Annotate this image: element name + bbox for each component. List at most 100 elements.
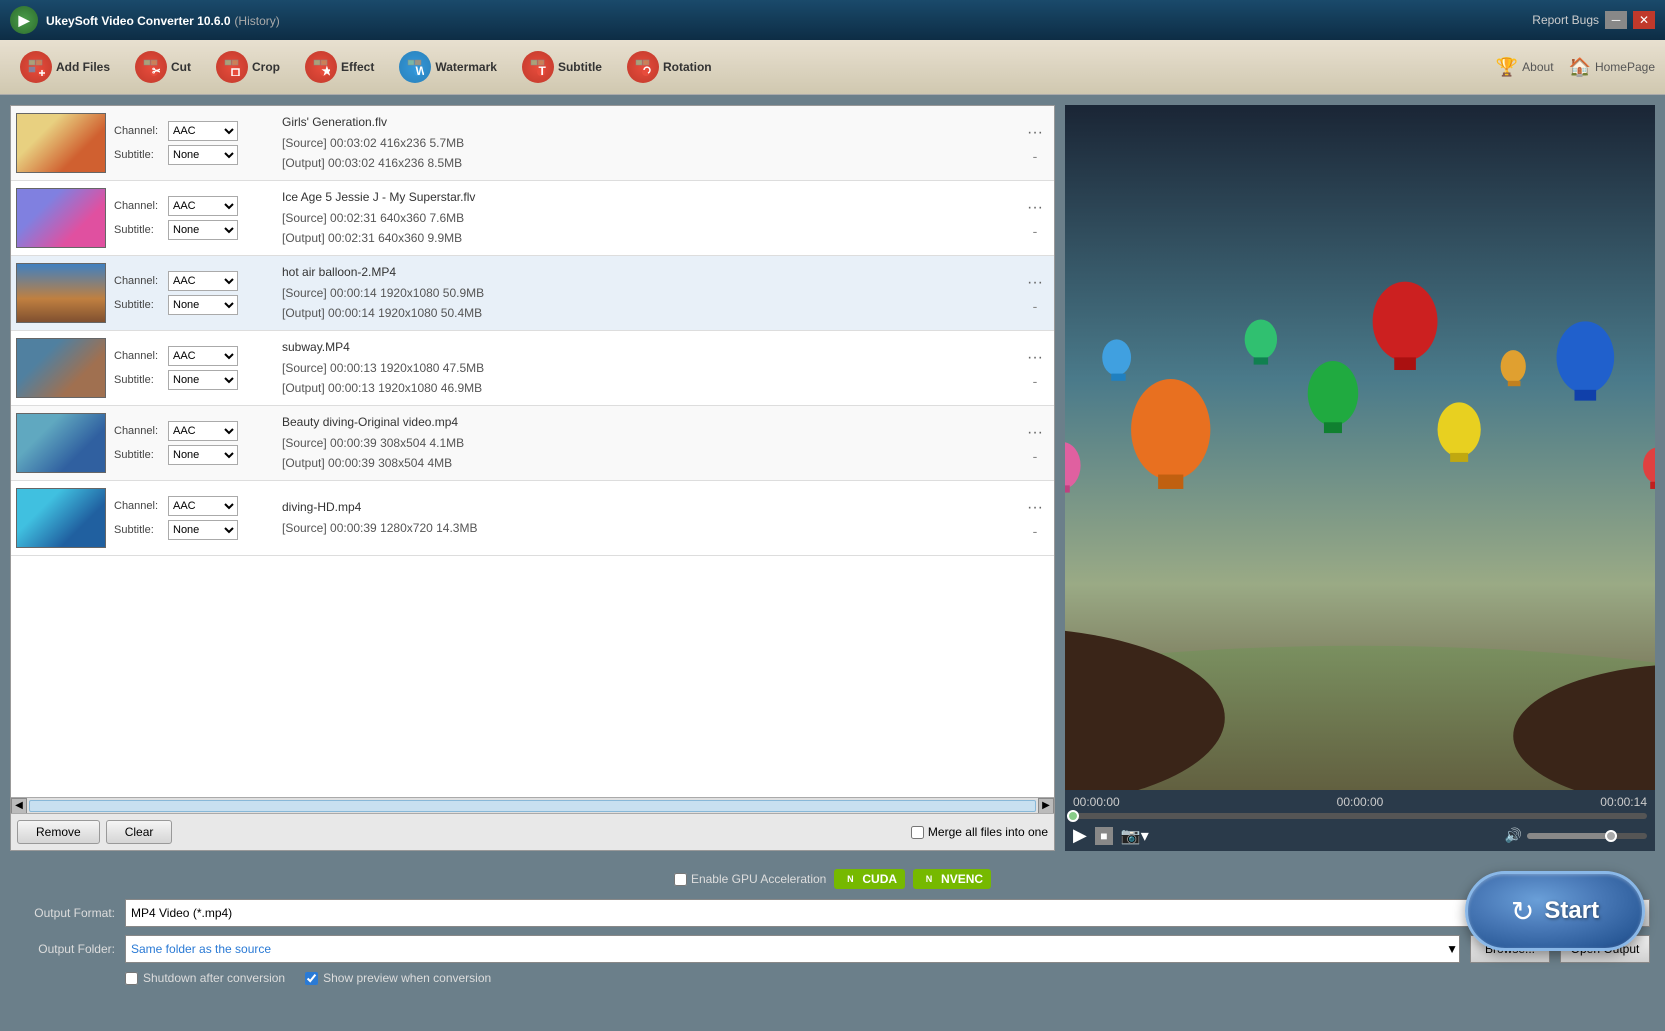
subtitle-select[interactable]: None [168, 295, 238, 315]
subtitle-select[interactable]: None [168, 445, 238, 465]
title-bar-right: Report Bugs ─ ✕ [1532, 11, 1655, 29]
subtitle-label: Subtitle: [114, 299, 164, 311]
subtitle-select[interactable]: None [168, 220, 238, 240]
subtitle-select[interactable]: None [168, 520, 238, 540]
source-meta: [Source] 00:00:39 1280x720 14.3MB [282, 519, 1013, 538]
cuda-badge: N CUDA [834, 869, 905, 889]
cut-button[interactable]: ✂ Cut [125, 47, 201, 87]
channel-select[interactable]: AAC [168, 346, 238, 366]
shutdown-checkbox[interactable] [125, 972, 138, 985]
volume-slider[interactable] [1527, 833, 1647, 839]
merge-checkbox[interactable] [911, 826, 924, 839]
stop-button[interactable]: ■ [1095, 827, 1113, 845]
scroll-right-arrow[interactable]: ▶ [1038, 798, 1054, 814]
cut-icon: ✂ [135, 51, 167, 83]
file-controls: Channel: AAC Subtitle: None [114, 196, 274, 240]
svg-text:★: ★ [322, 64, 331, 76]
format-select-container: MP4 Video (*.mp4) ▲ [125, 899, 1500, 927]
channel-select[interactable]: AAC [168, 496, 238, 516]
merge-label: Merge all files into one [928, 825, 1048, 839]
file-menu-button[interactable]: ··· [1021, 197, 1049, 219]
scroll-track[interactable] [29, 800, 1036, 812]
output-folder-input[interactable] [125, 935, 1460, 963]
channel-select[interactable]: AAC [168, 121, 238, 141]
snapshot-button[interactable]: 📷▾ [1121, 826, 1149, 846]
list-item: Channel: AAC Subtitle: None Ice Age 5 Je… [11, 181, 1054, 256]
shutdown-option: Shutdown after conversion [125, 971, 285, 985]
output-meta: [Output] 00:03:02 416x236 8.5MB [282, 154, 1013, 173]
svg-text:T: T [538, 64, 546, 76]
volume-icon: 🔊 [1505, 827, 1522, 844]
file-thumbnail [16, 338, 106, 398]
time-end: 00:00:14 [1600, 795, 1647, 809]
subtitle-row: Subtitle: None [114, 520, 274, 540]
time-mid: 00:00:00 [1337, 795, 1384, 809]
start-button[interactable]: ↻ Start [1465, 871, 1645, 951]
output-format-select[interactable]: MP4 Video (*.mp4) [125, 899, 1500, 927]
file-info: subway.MP4 [Source] 00:00:13 1920x1080 4… [282, 338, 1013, 398]
list-item: Channel: AAC Subtitle: None Girls' Gener… [11, 106, 1054, 181]
homepage-button[interactable]: 🏠 HomePage [1569, 57, 1655, 78]
file-menu-button[interactable]: ··· [1021, 347, 1049, 369]
rotation-button[interactable]: Rotation [617, 47, 722, 87]
history-label: (History) [234, 14, 279, 28]
nvenc-label: NVENC [941, 872, 983, 886]
channel-row: Channel: AAC [114, 121, 274, 141]
file-menu-button[interactable]: ··· [1021, 272, 1049, 294]
file-menu-button[interactable]: ··· [1021, 497, 1049, 519]
minimize-button[interactable]: ─ [1605, 11, 1627, 29]
play-button[interactable]: ▶ [1073, 825, 1087, 846]
channel-select[interactable]: AAC [168, 196, 238, 216]
subtitle-label: Subtitle [558, 60, 602, 74]
clear-button[interactable]: Clear [106, 820, 173, 844]
scroll-left-arrow[interactable]: ◀ [11, 798, 27, 814]
file-menu-button[interactable]: ··· [1021, 422, 1049, 444]
title-bar-left: ▶ UkeySoft Video Converter 10.6.0 (Histo… [10, 6, 280, 34]
horizontal-scrollbar[interactable]: ◀ ▶ [11, 797, 1054, 813]
subtitle-label: Subtitle: [114, 149, 164, 161]
channel-row: Channel: AAC [114, 271, 274, 291]
subtitle-label: Subtitle: [114, 449, 164, 461]
channel-label: Channel: [114, 425, 164, 437]
crop-label: Crop [252, 60, 280, 74]
output-meta: [Output] 00:02:31 640x360 9.9MB [282, 229, 1013, 248]
about-button[interactable]: 🏆 About [1496, 57, 1554, 78]
subtitle-select[interactable]: None [168, 145, 238, 165]
subtitle-button[interactable]: T Subtitle [512, 47, 612, 87]
show-preview-checkbox[interactable] [305, 972, 318, 985]
file-dash: - [1033, 148, 1038, 164]
nvidia-nvenc-icon: N [921, 871, 937, 887]
filename: diving-HD.mp4 [282, 498, 1013, 517]
rotation-icon [627, 51, 659, 83]
source-meta: [Source] 00:00:39 308x504 4.1MB [282, 434, 1013, 453]
file-menu-button[interactable]: ··· [1021, 122, 1049, 144]
filename: Beauty diving-Original video.mp4 [282, 413, 1013, 432]
file-list-scroll[interactable]: Channel: AAC Subtitle: None Girls' Gener… [11, 106, 1054, 797]
output-meta: [Output] 00:00:39 308x504 4MB [282, 454, 1013, 473]
watermark-button[interactable]: W Watermark [389, 47, 507, 87]
add-files-button[interactable]: Add Files [10, 47, 120, 87]
subtitle-select[interactable]: None [168, 370, 238, 390]
filename: Girls' Generation.flv [282, 113, 1013, 132]
effect-button[interactable]: ★ Effect [295, 47, 384, 87]
progress-dot [1067, 810, 1079, 822]
close-button[interactable]: ✕ [1633, 11, 1655, 29]
source-meta: [Source] 00:00:14 1920x1080 50.9MB [282, 284, 1013, 303]
volume-fill [1527, 833, 1611, 839]
remove-button[interactable]: Remove [17, 820, 100, 844]
start-icon: ↻ [1511, 895, 1534, 928]
channel-select[interactable]: AAC [168, 271, 238, 291]
channel-row: Channel: AAC [114, 196, 274, 216]
subtitle-row: Subtitle: None [114, 295, 274, 315]
gpu-acceleration-checkbox[interactable] [674, 873, 687, 886]
show-preview-option: Show preview when conversion [305, 971, 491, 985]
folder-row: Output Folder: ▼ Browse... Open Output [15, 935, 1650, 963]
video-content [1065, 105, 1655, 790]
crop-button[interactable]: Crop [206, 47, 290, 87]
main-content: Channel: AAC Subtitle: None Girls' Gener… [0, 95, 1665, 861]
subtitle-label: Subtitle: [114, 224, 164, 236]
subtitle-icon: T [522, 51, 554, 83]
progress-bar[interactable] [1073, 813, 1647, 819]
filename: hot air balloon-2.MP4 [282, 263, 1013, 282]
channel-select[interactable]: AAC [168, 421, 238, 441]
